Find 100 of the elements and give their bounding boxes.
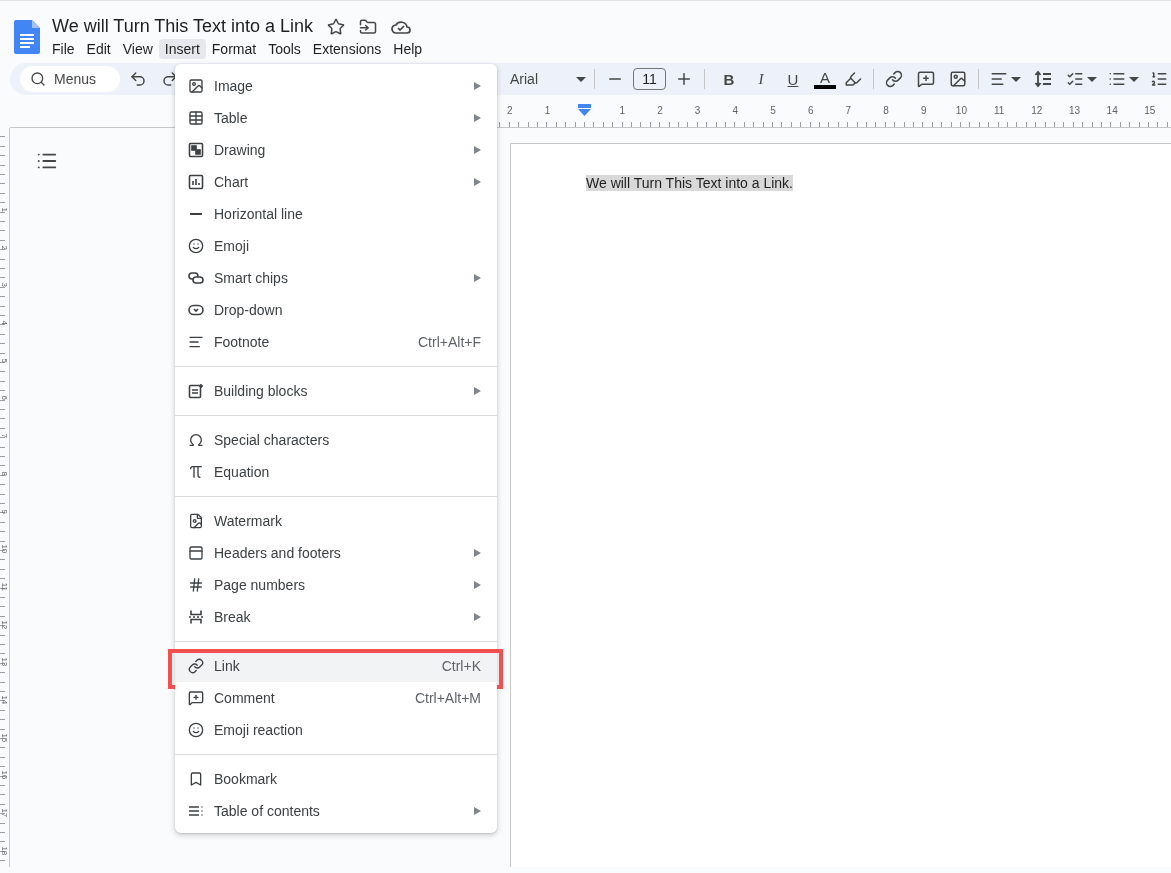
- format-button[interactable]: A: [809, 67, 841, 91]
- ruler-number: 3: [0, 282, 10, 290]
- menu-item-label: Link: [214, 658, 241, 674]
- menu-tab[interactable]: Insert: [158, 39, 206, 59]
- menu-item-label: Comment: [214, 690, 276, 706]
- menu-item[interactable]: Drop-down: [175, 294, 497, 326]
- ruler-number: 12: [0, 619, 10, 629]
- docs-logo-icon: [14, 20, 40, 54]
- align-left-icon[interactable]: [990, 70, 1008, 88]
- omega-icon: [188, 432, 204, 448]
- menu-tab[interactable]: Help: [387, 39, 429, 59]
- menu-item-label: Table of contents: [214, 803, 321, 819]
- indent-marker-icon[interactable]: [578, 104, 592, 116]
- drawing-icon: [188, 142, 204, 158]
- ruler-number: 8: [882, 104, 890, 116]
- highlighter-icon[interactable]: [844, 70, 862, 88]
- footnote-icon: [188, 334, 204, 350]
- ruler-number: 2: [656, 104, 664, 116]
- menu-item[interactable]: Horizontal line: [175, 198, 497, 230]
- ruler-number: 1: [618, 104, 626, 116]
- menu-item-label: Equation: [214, 464, 271, 480]
- menu-item[interactable]: Break: [175, 601, 497, 633]
- plus-icon[interactable]: [675, 70, 693, 88]
- caret-icon[interactable]: [1087, 76, 1097, 82]
- undo-icon[interactable]: [129, 70, 147, 88]
- menu-item[interactable]: Equation: [175, 456, 497, 488]
- link-icon[interactable]: [885, 70, 903, 88]
- watermark-icon: [188, 513, 204, 529]
- format-button[interactable]: I: [745, 67, 777, 91]
- font-dropdown[interactable]: Arial: [510, 71, 586, 87]
- emoji-icon: [188, 722, 204, 738]
- menu-item-label: Smart chips: [214, 270, 289, 286]
- menu-item-label: Emoji reaction: [214, 722, 304, 738]
- comment-add-icon[interactable]: [917, 70, 935, 88]
- ruler-number: 5: [769, 104, 777, 116]
- move-folder-icon[interactable]: [359, 17, 378, 36]
- ruler-number: 10: [0, 544, 10, 554]
- ruler-number: 9: [0, 508, 10, 516]
- numbered-list-icon[interactable]: [1150, 70, 1168, 88]
- link-icon: [188, 658, 204, 674]
- pi-icon: [188, 464, 204, 480]
- format-button[interactable]: U: [777, 67, 809, 91]
- menu-tab[interactable]: Edit: [80, 39, 117, 59]
- menu-item[interactable]: Building blocks: [175, 375, 497, 407]
- emoji-icon: [188, 238, 204, 254]
- menu-item[interactable]: Comment Ctrl+Alt+M: [175, 682, 497, 714]
- ruler-number: 11: [992, 104, 1006, 116]
- ruler-number: 13: [1067, 104, 1082, 116]
- ruler-number: 5: [0, 357, 10, 365]
- image-icon: [188, 78, 204, 94]
- document-title[interactable]: We will Turn This Text into a Link: [52, 16, 314, 37]
- break-icon: [188, 609, 204, 625]
- menu-tab[interactable]: Tools: [262, 39, 307, 59]
- menu-item[interactable]: Smart chips: [175, 262, 497, 294]
- ruler-number: 1: [543, 104, 552, 116]
- font-size-field[interactable]: 11: [633, 68, 666, 90]
- building-blocks-icon: [188, 383, 204, 399]
- bullet-list-icon[interactable]: [1108, 70, 1126, 88]
- menu-tab[interactable]: Extensions: [306, 39, 388, 59]
- menu-item-label: Drop-down: [214, 302, 284, 318]
- ruler-number: 7: [0, 432, 10, 441]
- menu-item[interactable]: Footnote Ctrl+Alt+F: [175, 326, 497, 358]
- menu-item[interactable]: Image: [175, 70, 497, 102]
- horizontal-line-icon: [190, 213, 202, 215]
- ruler-number: 13: [0, 657, 10, 667]
- checklist-icon[interactable]: [1066, 70, 1084, 88]
- ruler-number: 15: [1143, 104, 1157, 116]
- search-icon: [30, 71, 46, 87]
- menu-item[interactable]: Headers and footers: [175, 537, 497, 569]
- menu-item[interactable]: Watermark: [175, 505, 497, 537]
- menu-item[interactable]: Bookmark: [175, 763, 497, 795]
- image-icon[interactable]: [949, 70, 967, 88]
- menu-item[interactable]: Page numbers: [175, 569, 497, 601]
- menu-item[interactable]: Special characters: [175, 424, 497, 456]
- ruler-number: 14: [0, 695, 10, 705]
- menu-item[interactable]: Drawing: [175, 134, 497, 166]
- menu-item[interactable]: Chart: [175, 166, 497, 198]
- shortcut-text: Ctrl+Alt+M: [414, 690, 481, 706]
- caret-icon[interactable]: [1129, 76, 1139, 82]
- menu-tab[interactable]: View: [116, 39, 159, 59]
- star-icon[interactable]: [327, 17, 346, 36]
- cloud-check-icon[interactable]: [391, 18, 412, 35]
- menu-item-label: Building blocks: [214, 383, 309, 399]
- body-text: We will Turn This Text into a Link.: [586, 175, 793, 191]
- caret-icon[interactable]: [1011, 76, 1021, 82]
- format-button[interactable]: B: [713, 67, 745, 91]
- menu-item[interactable]: Emoji: [175, 230, 497, 262]
- menu-item-label: Emoji: [214, 238, 250, 254]
- menu-item-label: Table: [214, 110, 249, 126]
- toc-icon: [188, 803, 204, 819]
- menu-tab[interactable]: File: [46, 39, 81, 59]
- menu-item[interactable]: Emoji reaction: [175, 714, 497, 746]
- ruler-number: 14: [1105, 104, 1119, 116]
- menu-item[interactable]: Table of contents: [175, 795, 497, 827]
- menus-search-field[interactable]: Menus: [20, 66, 120, 92]
- menu-item-label: Bookmark: [214, 771, 279, 787]
- menu-item[interactable]: Table: [175, 102, 497, 134]
- line-spacing-icon[interactable]: [1034, 70, 1052, 88]
- menu-item-label: Break: [214, 609, 252, 625]
- menu-tab[interactable]: Format: [205, 39, 263, 59]
